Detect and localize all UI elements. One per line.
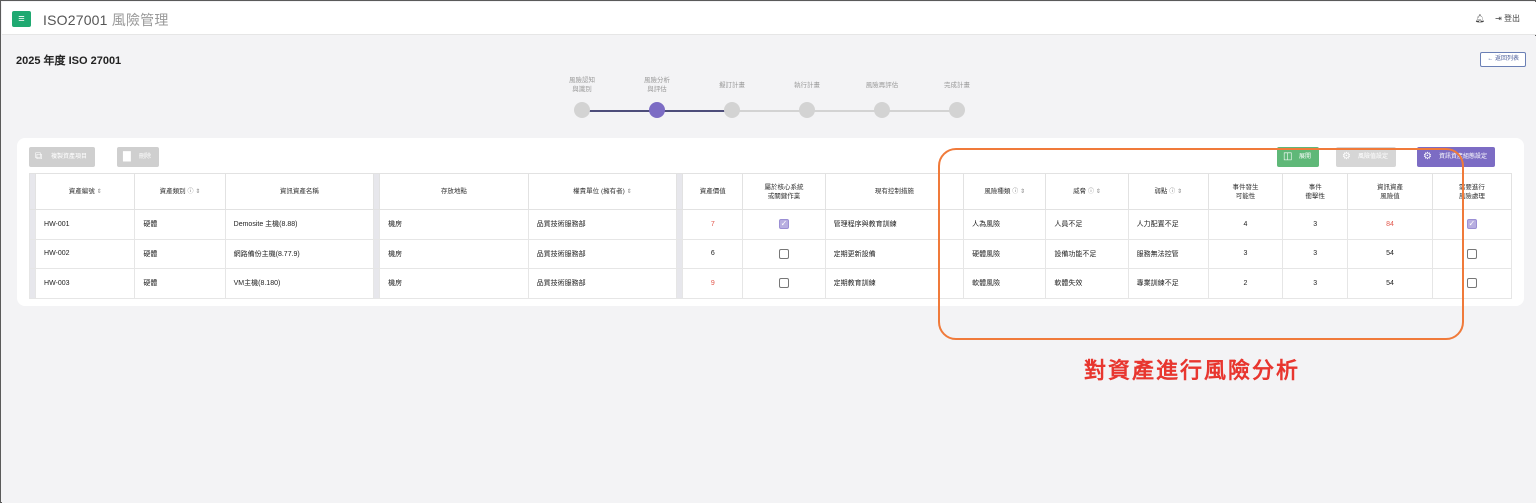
- col-core-system: 屬於核心系統 或關鍵作業: [742, 173, 826, 210]
- step-4[interactable]: 執行計畫: [777, 81, 837, 118]
- app-title-main: ISO27001: [43, 12, 108, 28]
- col-asset-type[interactable]: 資產類別 ⓘ ⇕: [134, 173, 226, 210]
- cell-asset-value: 7: [682, 209, 744, 240]
- bell-icon[interactable]: 🔔︎: [1475, 14, 1485, 23]
- step-line: [657, 110, 732, 112]
- step-3[interactable]: 擬訂計畫: [702, 81, 762, 118]
- step-dot: [949, 102, 965, 118]
- step-dot: [649, 102, 665, 118]
- step-label: 與評估: [647, 86, 667, 93]
- info-icon[interactable]: ⓘ: [187, 189, 193, 195]
- step-6[interactable]: 完成計畫: [927, 81, 987, 118]
- cell-asset-id: HW-002: [35, 238, 136, 269]
- cell-core-system: ✓: [742, 209, 826, 240]
- cell-asset-type: 硬體: [134, 238, 226, 269]
- app-window: ≡ ISO27001 風險管理 🔔︎ ⇥ 登出 2025 年度 ISO 2700…: [0, 0, 1536, 503]
- logout-label: 登出: [1504, 14, 1520, 23]
- step-1[interactable]: 風險認知 與識別: [552, 76, 612, 118]
- sort-icon[interactable]: ⇕: [97, 189, 102, 195]
- back-to-list-button[interactable]: ← 返回列表: [1480, 52, 1526, 67]
- header-label: 資產編號: [68, 187, 95, 195]
- header-label: 資產價值: [699, 188, 726, 195]
- cell-asset-type: 硬體: [134, 209, 226, 240]
- treatment-checkbox[interactable]: [1466, 278, 1477, 289]
- cell-owner: 品質技術服務部: [527, 238, 678, 269]
- app-title: ISO27001 風險管理: [43, 10, 169, 30]
- page-title: 2025 年度 ISO 27001: [16, 55, 122, 67]
- col-asset-name: 資訊資產名稱: [224, 173, 375, 210]
- cell-asset-value: 9: [682, 268, 744, 299]
- menu-icon[interactable]: ≡: [12, 11, 31, 27]
- cell-asset-id: HW-001: [35, 209, 136, 240]
- sort-icon[interactable]: ⇕: [627, 189, 632, 195]
- treatment-checkbox[interactable]: [1466, 248, 1477, 259]
- cell-asset-id: HW-003: [35, 268, 136, 299]
- step-dot: [799, 102, 815, 118]
- step-line: [732, 110, 807, 112]
- header-label: 或關鍵作業: [767, 192, 801, 200]
- header-label: 資訊資產名稱: [279, 188, 319, 195]
- col-asset-id[interactable]: 資產編號 ⇕: [35, 173, 136, 210]
- col-location: 存放地點: [379, 173, 529, 210]
- cell-asset-name: VM主機(8.180): [224, 268, 375, 299]
- header-label: 權責單位 (擁有者): [573, 187, 625, 195]
- cell-core-system: [742, 268, 826, 299]
- cell-location: 機房: [379, 209, 529, 240]
- cell-location: 機房: [379, 268, 529, 299]
- copy-icon: ⧉: [35, 151, 43, 162]
- copy-asset-label: 複製資產項目: [51, 154, 88, 160]
- core-system-checkbox[interactable]: ✓: [778, 219, 789, 230]
- header-label: 資產類別: [159, 187, 186, 195]
- sort-icon[interactable]: ⇕: [195, 189, 200, 195]
- step-label: 擬訂計畫: [719, 82, 745, 89]
- step-2[interactable]: 風險分析 與評估: [627, 76, 687, 118]
- cell-asset-type: 硬體: [134, 268, 226, 299]
- step-dot: [874, 102, 890, 118]
- cell-asset-value: 6: [682, 238, 744, 269]
- cell-location: 機房: [379, 238, 529, 269]
- step-line: [882, 110, 957, 112]
- delete-label: 刪除: [139, 154, 152, 160]
- col-owner[interactable]: 權責單位 (擁有者) ⇕: [527, 173, 678, 210]
- annotation-text: 對資產進行風險分析: [1084, 358, 1301, 383]
- header-label: 存放地點: [440, 188, 467, 195]
- header-label: 屬於核心系統: [764, 183, 804, 191]
- col-asset-value: 資產價值: [682, 173, 744, 210]
- step-dot: [574, 102, 590, 118]
- step-label: 風險分析: [644, 77, 670, 84]
- step-line: [807, 110, 882, 112]
- cell-core-system: [742, 238, 826, 269]
- highlight-box: [938, 148, 1464, 340]
- step-dot: [724, 102, 740, 118]
- treatment-checkbox[interactable]: ✓: [1466, 219, 1477, 230]
- step-label: 執行計畫: [794, 82, 820, 89]
- step-label: 完成計畫: [944, 82, 970, 89]
- cell-asset-name: 網路備份主機(8.77.9): [224, 238, 375, 269]
- top-right-actions: 🔔︎ ⇥ 登出: [1475, 13, 1520, 24]
- core-system-checkbox[interactable]: [778, 248, 789, 259]
- copy-asset-button[interactable]: ⧉ 複製資產項目: [29, 147, 96, 167]
- step-5[interactable]: 風險再評估: [852, 81, 912, 118]
- cell-owner: 品質技術服務部: [527, 268, 678, 299]
- delete-button[interactable]: ▇ 刪除: [117, 147, 160, 167]
- header-label: 現有控制措施: [874, 188, 914, 195]
- step-label: 與識別: [572, 86, 592, 93]
- step-label: 風險認知: [569, 77, 595, 84]
- top-bar: ≡ ISO27001 風險管理 🔔︎ ⇥ 登出: [2, 2, 1536, 35]
- step-line: [582, 110, 657, 112]
- trash-icon: ▇: [123, 151, 131, 162]
- step-label: 風險再評估: [865, 82, 899, 89]
- progress-stepper: 風險認知 與識別 風險分析 與評估 擬訂計畫 執行計畫 風險再評估 完成計畫: [552, 76, 992, 126]
- cell-owner: 品質技術服務部: [527, 209, 678, 240]
- app-title-sub: 風險管理: [111, 12, 169, 28]
- logout-button[interactable]: ⇥ 登出: [1495, 13, 1520, 24]
- core-system-checkbox[interactable]: [778, 278, 789, 289]
- cell-asset-name: Demosite 主機(8.88): [224, 209, 375, 240]
